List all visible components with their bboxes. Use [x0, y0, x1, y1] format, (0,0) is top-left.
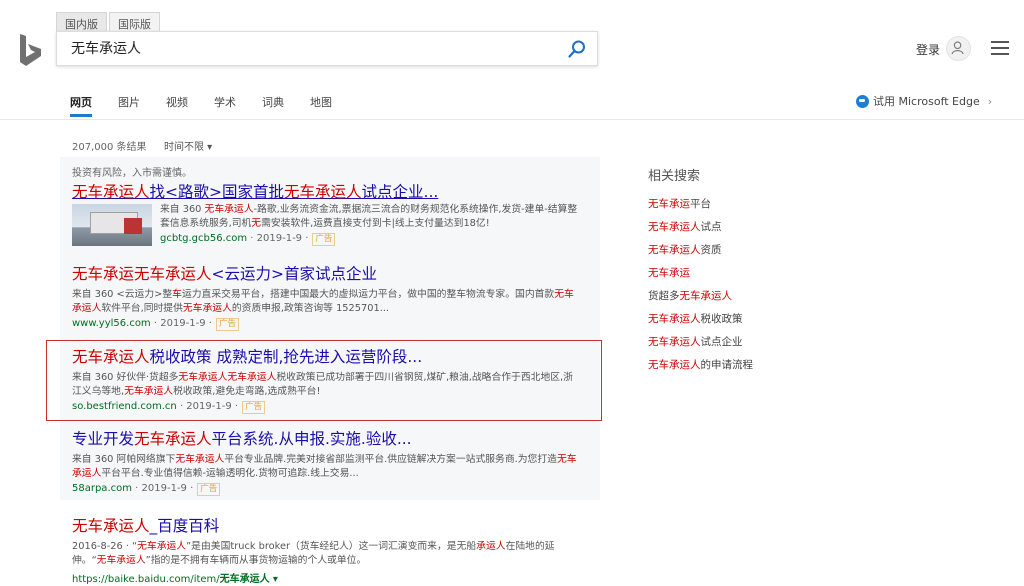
result-item: 专业开发无车承运人平台系统.从申报.实施.验收... 来自 360 阿帕网络旗下… [72, 427, 582, 496]
bing-logo-icon[interactable] [18, 33, 44, 67]
related-item[interactable]: 无车承运人试点 [648, 219, 753, 233]
tab-images[interactable]: 图片 [118, 94, 140, 110]
result-snippet: 来自 360 好伙伴·货超多无车承运人无车承运人税收政策已成功部署于四川省钢贸,… [72, 372, 573, 397]
ad-badge: 广告 [312, 233, 336, 246]
related-item[interactable]: 无车承运 [648, 265, 753, 279]
search-icon[interactable] [567, 39, 587, 59]
tab-videos[interactable]: 视频 [166, 94, 188, 110]
related-item[interactable]: 无车承运平台 [648, 196, 753, 210]
chevron-down-icon: ▾ [269, 574, 278, 585]
related-item[interactable]: 无车承运人资质 [648, 242, 753, 256]
result-title-link[interactable]: 无车承运人税收政策 成熟定制,抢先进入运营阶段... [72, 345, 582, 367]
login-link[interactable]: 登录 [916, 41, 940, 58]
result-title-link[interactable]: 无车承运人_百度百科 [72, 514, 582, 536]
result-snippet: 2016-8-26 · “无车承运人”是由美国truck broker（货车经纪… [72, 541, 555, 566]
tab-academic[interactable]: 学术 [214, 94, 236, 110]
related-item[interactable]: 无车承运人试点企业 [648, 334, 753, 348]
tab-international[interactable]: 国际版 [109, 12, 160, 32]
result-count: 207,000 条结果 [72, 142, 147, 153]
ad-badge: 广告 [197, 483, 221, 496]
search-box [56, 31, 598, 66]
result-snippet: 来自 360 <云运力>整车运力直采交易平台，搭建中国最大的虚拟运力平台，做中国… [72, 289, 574, 314]
header-divider [0, 119, 1024, 120]
chevron-right-icon: › [987, 94, 993, 108]
related-item[interactable]: 货超多无车承运人 [648, 288, 753, 302]
menu-icon[interactable] [991, 41, 1009, 55]
region-tabs: 国内版 国际版 [56, 12, 162, 32]
tab-web[interactable]: 网页 [70, 94, 92, 117]
try-edge-link[interactable]: 试用 Microsoft Edge › [856, 93, 992, 109]
related-title: 相关搜索 [648, 169, 701, 184]
result-url[interactable]: www.yyl56.com · 2019-1-9 · 广告 [72, 318, 582, 331]
tab-domestic[interactable]: 国内版 [56, 12, 107, 32]
ad-badge: 广告 [242, 401, 266, 414]
tab-maps[interactable]: 地图 [310, 94, 332, 110]
edge-label: 试用 Microsoft Edge [873, 95, 980, 108]
result-snippet-block: 来自 360 无车承运人-路歌,业务流资金流,票据流三流合的财务规范化系统操作,… [160, 199, 580, 246]
related-item[interactable]: 无车承运人的申请流程 [648, 357, 753, 371]
edge-icon [856, 94, 869, 108]
ad-notice: 投资有风险，入市需谨慎。 [72, 168, 192, 179]
search-input[interactable] [71, 40, 551, 56]
result-url[interactable]: gcbtg.gcb56.com · 2019-1-9 · 广告 [160, 233, 580, 246]
result-thumbnail[interactable] [72, 204, 152, 246]
ad-badge: 广告 [215, 318, 239, 331]
tab-dictionary[interactable]: 词典 [262, 94, 284, 110]
related-searches: 相关搜索 无车承运平台 无车承运人试点 无车承运人资质 无车承运 货超多无车承运… [648, 165, 753, 380]
related-item[interactable]: 无车承运人税收政策 [648, 311, 753, 325]
result-snippet: 来自 360 阿帕网络旗下无车承运人平台专业品牌.完美对接省部监测平台.供应链解… [72, 454, 577, 479]
result-item: 无车承运人税收政策 成熟定制,抢先进入运营阶段... 来自 360 好伙伴·货超… [72, 345, 582, 414]
result-url[interactable]: 58arpa.com · 2019-1-9 · 广告 [72, 483, 582, 496]
result-title-link[interactable]: 专业开发无车承运人平台系统.从申报.实施.验收... [72, 427, 582, 449]
user-icon[interactable] [946, 36, 971, 61]
time-filter-dropdown[interactable]: 时间不限 ▾ [164, 138, 212, 153]
vertical-nav: 网页 图片 视频 学术 词典 地图 [70, 94, 358, 117]
result-url[interactable]: so.bestfriend.com.cn · 2019-1-9 · 广告 [72, 401, 582, 414]
result-item: 无车承运人_百度百科 2016-8-26 · “无车承运人”是由美国truck … [72, 514, 582, 585]
result-title-link[interactable]: 无车承运无车承运人<云运力>首家试点企业 [72, 262, 582, 284]
result-url[interactable]: https://baike.baidu.com/item/无车承运人 ▾ [72, 570, 582, 585]
result-item: 无车承运无车承运人<云运力>首家试点企业 来自 360 <云运力>整车运力直采交… [72, 262, 582, 331]
result-snippet: 来自 360 无车承运人-路歌,业务流资金流,票据流三流合的财务规范化系统操作,… [160, 204, 578, 229]
